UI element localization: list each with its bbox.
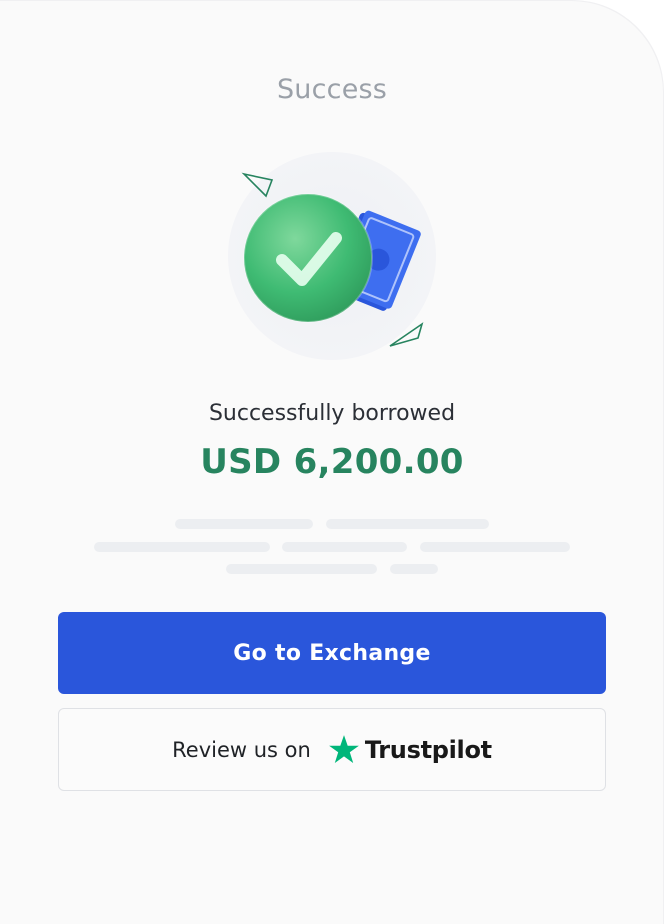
review-trustpilot-button[interactable]: Review us on Trustpilot — [58, 708, 606, 791]
trustpilot-star-icon — [328, 734, 359, 763]
placeholder-line — [94, 542, 270, 552]
screen-container: Success Successfully borrowed USD 6,200.… — [0, 0, 664, 924]
placeholder-line — [390, 564, 438, 574]
review-label: Review us on — [172, 737, 311, 762]
success-subtitle: Successfully borrowed — [208, 401, 456, 426]
trustpilot-logo: Trustpilot — [327, 733, 492, 767]
borrowed-amount: USD 6,200.00 — [200, 442, 464, 482]
go-to-exchange-button[interactable]: Go to Exchange — [58, 612, 606, 694]
placeholder-line — [420, 542, 570, 552]
go-to-exchange-label: Go to Exchange — [233, 640, 431, 666]
placeholder-line — [326, 519, 489, 529]
success-illustration — [226, 150, 442, 360]
placeholder-line — [175, 519, 313, 529]
placeholder-line — [226, 564, 377, 574]
placeholder-line — [282, 542, 407, 552]
success-check-with-cash-icon — [228, 152, 436, 360]
trustpilot-brand: Trustpilot — [364, 735, 492, 764]
page-title: Success — [276, 74, 388, 105]
